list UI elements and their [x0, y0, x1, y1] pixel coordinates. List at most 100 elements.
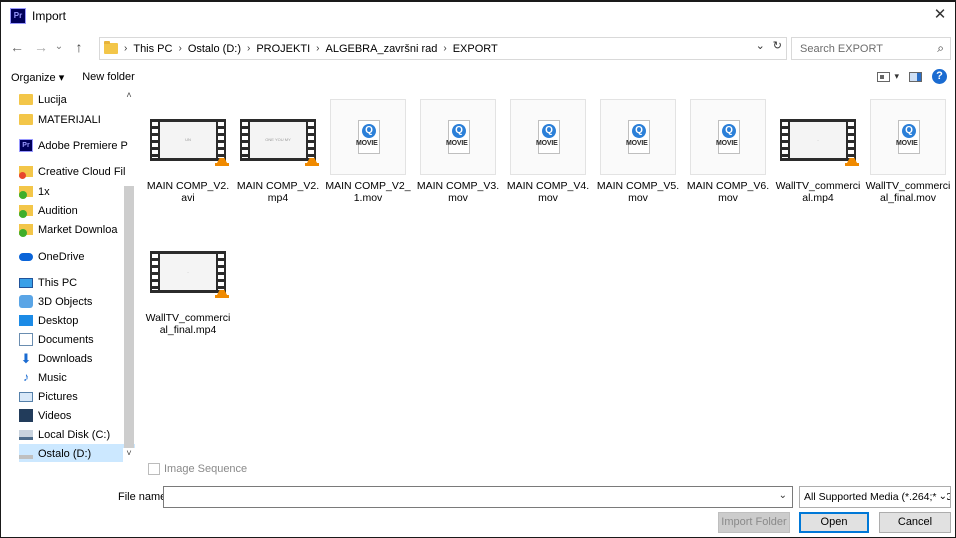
- file-name-input[interactable]: ⌄: [163, 486, 793, 508]
- address-controls: ⌄ ↻: [756, 39, 782, 52]
- file-item[interactable]: ONE YOU MY MAIN COMP_V2.mp4: [234, 94, 322, 204]
- sidebar-item-label: Adobe Premiere P: [38, 139, 128, 152]
- sidebar-item[interactable]: Creative Cloud Fil: [19, 162, 135, 181]
- import-dialog: Pr Import ✕ ← → ⌄ ↑ › This PC › Ostalo (…: [0, 0, 956, 538]
- search-icon[interactable]: ⌕: [937, 41, 944, 56]
- back-arrow-icon[interactable]: ←: [9, 38, 25, 56]
- sync-folder-icon: [19, 224, 33, 237]
- sidebar-item-label: Audition: [38, 204, 78, 217]
- image-sequence-label: Image Sequence: [164, 463, 248, 475]
- vlc-cone-icon: [215, 285, 229, 298]
- sidebar-item[interactable]: Videos: [19, 406, 135, 425]
- sidebar-item[interactable]: 1x: [19, 182, 135, 201]
- file-type-filter-value: All Supported Media (*.264;*.3G: [804, 491, 951, 503]
- breadcrumb-projekti[interactable]: PROJEKTI: [256, 43, 310, 55]
- nav-scrollbar[interactable]: ˄ ˅: [123, 90, 135, 462]
- film-strip-icon: ONE YOU MY: [240, 119, 319, 166]
- address-dropdown-icon[interactable]: ⌄: [756, 39, 765, 52]
- sidebar-item[interactable]: Pictures: [19, 387, 135, 406]
- file-item[interactable]: Q MOVIE MAIN COMP_V3.mov: [414, 94, 502, 204]
- open-button[interactable]: Open: [799, 512, 869, 533]
- filter-dropdown-icon[interactable]: ⌄: [936, 487, 947, 507]
- file-name: MAIN COMP_V6.mov: [686, 180, 770, 204]
- file-item[interactable]: - WallTV_commercial_final.mp4: [144, 226, 232, 336]
- scroll-down-icon[interactable]: ˅: [123, 448, 135, 462]
- file-item[interactable]: - WallTV_commercial.mp4: [774, 94, 862, 204]
- file-item[interactable]: Q MOVIE MAIN COMP_V5.mov: [594, 94, 682, 204]
- file-item[interactable]: Q MOVIE WallTV_commercial_final.mov: [864, 94, 952, 204]
- file-name: WallTV_commercial.mp4: [775, 180, 861, 204]
- search-input[interactable]: Search EXPORT ⌕: [791, 37, 951, 60]
- sidebar-item[interactable]: Market Downloa: [19, 220, 135, 239]
- creative-cloud-icon: [19, 166, 33, 179]
- sidebar-item[interactable]: 3D Objects: [19, 292, 135, 311]
- close-icon[interactable]: ✕: [931, 6, 949, 24]
- sidebar-item[interactable]: ⬇ Downloads: [19, 349, 135, 368]
- preview-pane-icon[interactable]: [909, 71, 922, 82]
- file-item[interactable]: Q MOVIE MAIN COMP_V6.mov: [684, 94, 772, 204]
- file-item[interactable]: UN MAIN COMP_V2.avi: [144, 94, 232, 204]
- sidebar-item[interactable]: ♪ Music: [19, 368, 135, 387]
- sidebar-item[interactable]: Ostalo (D:): [19, 444, 135, 462]
- sidebar-item[interactable]: This PC: [19, 273, 135, 292]
- image-sequence-checkbox[interactable]: [148, 463, 160, 475]
- help-icon[interactable]: ?: [932, 69, 947, 84]
- sidebar-item[interactable]: MATERIJALI: [19, 110, 135, 129]
- scroll-thumb[interactable]: [124, 186, 134, 461]
- import-folder-button[interactable]: Import Folder: [718, 512, 790, 533]
- onedrive-icon: [19, 252, 33, 261]
- movie-label: MOVIE: [716, 140, 738, 147]
- file-name: MAIN COMP_V2.mp4: [236, 180, 320, 204]
- forward-arrow-icon[interactable]: →: [33, 38, 49, 56]
- local-disk-icon: [19, 429, 33, 440]
- video-frame: ONE YOU MY: [250, 122, 306, 158]
- view-options-caret-icon[interactable]: ▾: [894, 71, 899, 82]
- file-list: UN MAIN COMP_V2.avi ONE YOU MY MAIN COMP_V2…: [144, 94, 950, 460]
- sidebar-item-label: Documents: [38, 333, 94, 346]
- organize-button[interactable]: Organize ▾: [11, 71, 64, 84]
- file-name: MAIN COMP_V2.avi: [146, 180, 230, 204]
- frame-text: ONE YOU MY: [265, 137, 291, 142]
- sidebar-item[interactable]: OneDrive: [19, 247, 135, 266]
- movie-label: MOVIE: [536, 140, 558, 147]
- video-frame: -: [160, 254, 216, 290]
- sidebar-item[interactable]: Pr Adobe Premiere P: [19, 136, 135, 155]
- sidebar-item[interactable]: Lucija: [19, 90, 135, 109]
- frame-text: -: [187, 269, 189, 274]
- sidebar-item[interactable]: Audition: [19, 201, 135, 220]
- breadcrumb-export[interactable]: EXPORT: [453, 43, 498, 55]
- frame-text: UN: [185, 137, 191, 142]
- vlc-cone-icon: [845, 153, 859, 166]
- navigation-pane: Lucija MATERIJALI Pr Adobe Premiere P Creati…: [19, 90, 135, 462]
- breadcrumb-ostalo[interactable]: Ostalo (D:): [188, 43, 241, 55]
- change-view-icon[interactable]: [877, 71, 891, 82]
- file-name-dropdown-icon[interactable]: ⌄: [779, 490, 787, 501]
- recent-locations-icon[interactable]: ⌄: [51, 38, 67, 56]
- breadcrumb-algebra[interactable]: ALGEBRA_završni rad: [325, 43, 437, 55]
- sidebar-item[interactable]: Local Disk (C:): [19, 425, 135, 444]
- file-item[interactable]: Q MOVIE MAIN COMP_V2_1.mov: [324, 94, 412, 204]
- vlc-cone-icon: [215, 153, 229, 166]
- sidebar-item-label: MATERIJALI: [38, 113, 101, 126]
- video-thumbnail: UN: [150, 99, 229, 175]
- movie-label: MOVIE: [896, 140, 918, 147]
- scroll-up-icon[interactable]: ˄: [123, 90, 135, 104]
- sidebar-item-label: Local Disk (C:): [38, 428, 111, 441]
- title-bar: Pr Import ✕: [1, 2, 955, 30]
- sidebar-item-label: Market Downloa: [38, 223, 118, 236]
- quicktime-file-icon: Q MOVIE: [600, 99, 676, 175]
- film-strip-icon: -: [150, 251, 229, 298]
- address-bar[interactable]: › This PC › Ostalo (D:) › PROJEKTI › ALG…: [99, 37, 787, 60]
- sync-folder-icon: [19, 186, 33, 199]
- file-item[interactable]: Q MOVIE MAIN COMP_V4.mov: [504, 94, 592, 204]
- up-arrow-icon[interactable]: ↑: [71, 38, 87, 56]
- file-name: MAIN COMP_V4.mov: [506, 180, 590, 204]
- file-type-filter[interactable]: All Supported Media (*.264;*.3G ⌄: [799, 486, 951, 508]
- sidebar-item[interactable]: Desktop: [19, 311, 135, 330]
- sidebar-item[interactable]: Documents: [19, 330, 135, 349]
- downloads-icon: ⬇: [20, 351, 32, 366]
- refresh-icon[interactable]: ↻: [773, 39, 782, 52]
- breadcrumb-this-pc[interactable]: This PC: [133, 43, 172, 55]
- cancel-button[interactable]: Cancel: [879, 512, 951, 533]
- new-folder-button[interactable]: New folder: [82, 71, 135, 83]
